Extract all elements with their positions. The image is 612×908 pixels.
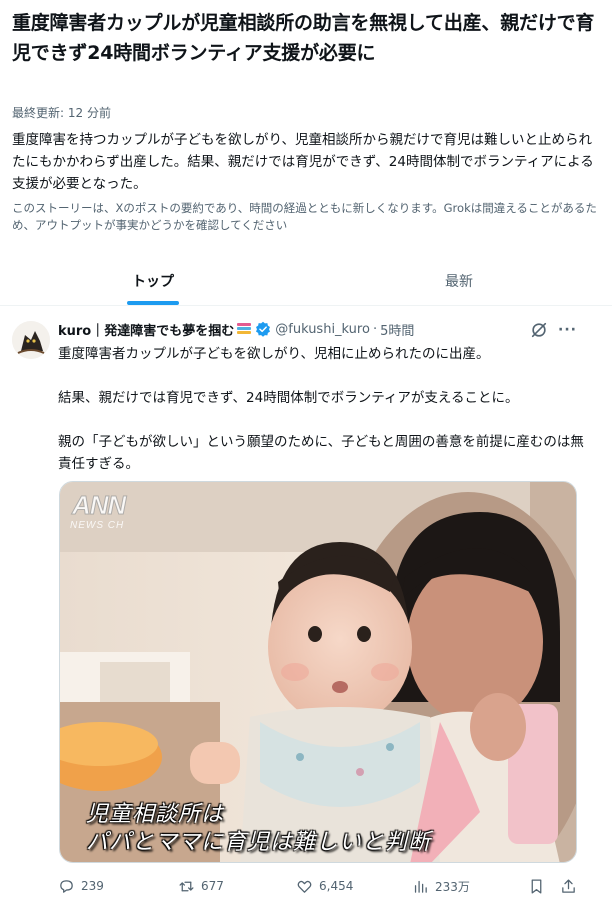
post[interactable]: kuro｜発達障害でも夢を掴む @fukushi_kuro · 5時間 ··· … [0, 307, 612, 908]
news-ch-watermark: NEWS CH [70, 520, 125, 531]
post-paragraph: 重度障害者カップルが子どもを欲しがり、児相に止められたのに出産。 [58, 346, 490, 362]
post-time[interactable]: 5時間 [380, 320, 414, 339]
avatar[interactable] [12, 321, 50, 359]
post-text: 重度障害者カップルが子どもを欲しがり、児相に止められたのに出産。 結果、親だけで… [58, 343, 588, 475]
photo-caption-line-2: パパとママに育児は難しいと判断 [86, 830, 432, 855]
ann-watermark: ANN [71, 490, 126, 521]
verified-badge-icon [256, 321, 271, 337]
reply-count: 239 [81, 879, 104, 893]
reply-icon [60, 879, 73, 893]
tab-top-label: トップ [132, 273, 174, 290]
author-handle[interactable]: @fukushi_kuro [275, 322, 370, 337]
share-icon [562, 878, 575, 893]
share-button[interactable] [560, 875, 577, 897]
post-paragraph: 親の「子どもが欲しい」という願望のために、子どもと周囲の善意を前提に産むのは無責… [58, 434, 584, 472]
tab-latest-label: 最新 [445, 273, 473, 290]
separator-dot: · [372, 321, 378, 337]
like-button[interactable]: 6,454 [296, 875, 353, 897]
story-headline: 重度障害者カップルが児童相談所の助言を無視して出産、親だけで育児できず24時間ボ… [12, 12, 595, 64]
views-chart-icon [414, 880, 427, 893]
like-count: 6,454 [319, 879, 354, 893]
grok-icon[interactable] [530, 321, 548, 339]
bookmark-icon [531, 878, 542, 894]
more-options-icon[interactable]: ··· [558, 323, 576, 337]
repost-count: 677 [201, 879, 224, 893]
post-header: kuro｜発達障害でも夢を掴む @fukushi_kuro · 5時間 [58, 319, 414, 339]
tab-latest[interactable]: 最新 [306, 256, 612, 305]
reply-button[interactable]: 239 [58, 875, 104, 897]
post-paragraph: 結果、親だけでは育児できず、24時間体制でボランティアが支えることに。 [58, 390, 519, 406]
grok-disclaimer: このストーリーは、Xのポストの要約であり、時間の経過とともに新しくなります。Gr… [12, 201, 597, 232]
active-tab-indicator [127, 301, 179, 305]
story-summary: 重度障害を持つカップルが子どもを欲しがり、児童相談所から親だけで育児は難しいと止… [12, 132, 594, 192]
story-tabs: トップ 最新 [0, 256, 612, 306]
repost-icon [179, 881, 194, 891]
repost-button[interactable]: 677 [178, 875, 224, 897]
last-updated: 最終更新: 12 分前 [12, 106, 111, 120]
view-count: 233万 [435, 879, 470, 894]
bookmark-button[interactable] [528, 875, 545, 897]
post-media-photo[interactable]: ANN NEWS CH 児童相談所は パパとママに育児は難しいと判断 [59, 481, 577, 863]
author-name[interactable]: kuro｜発達障害でも夢を掴む [58, 320, 234, 339]
books-emoji-icon [236, 322, 252, 336]
heart-icon [297, 880, 312, 893]
post-actions: 239 677 6,454 233万 [58, 875, 588, 897]
tab-top[interactable]: トップ [0, 256, 306, 305]
views-button[interactable]: 233万 [412, 875, 470, 897]
